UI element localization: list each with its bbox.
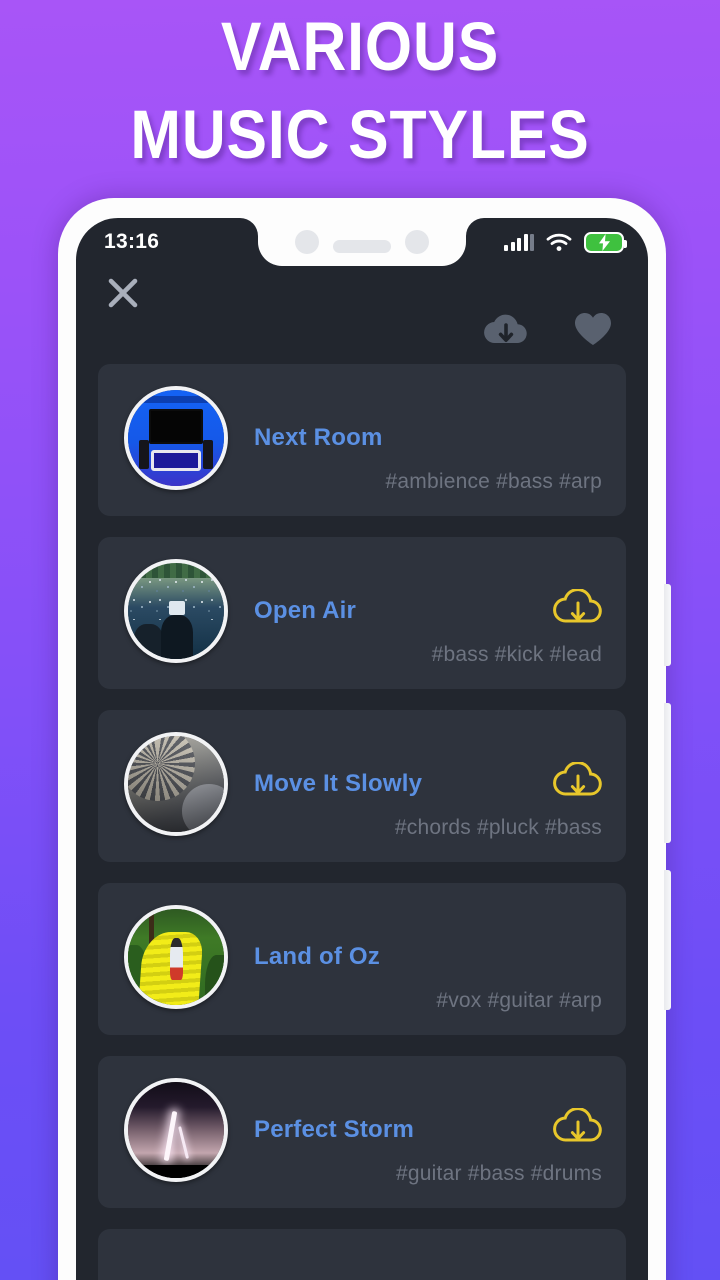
phone-volume-down-button[interactable] <box>664 870 671 1010</box>
phone-notch <box>258 218 466 266</box>
header-actions <box>482 310 614 348</box>
cloud-download-icon[interactable] <box>482 310 530 348</box>
phone-screen: 13:16 Next Room #ambience #bass #arp Ope… <box>76 218 648 1280</box>
phone-mockup: 13:16 Next Room #ambience #bass #arp Ope… <box>58 198 671 1280</box>
track-thumbnail <box>124 1078 228 1182</box>
track-list[interactable]: Next Room #ambience #bass #arp Open Air <box>76 364 648 1280</box>
cloud-download-icon[interactable] <box>552 1108 604 1150</box>
phone-mute-button[interactable] <box>664 584 671 666</box>
promo-headline-line1: VARIOUS <box>220 8 500 85</box>
track-title: Next Room <box>254 424 383 451</box>
track-thumbnail <box>124 386 228 490</box>
track-tags: #vox #guitar #arp <box>436 989 602 1012</box>
phone-volume-up-button[interactable] <box>664 703 671 843</box>
track-row[interactable]: Open Air #bass #kick #lead <box>98 537 626 689</box>
track-title: Land of Oz <box>254 943 380 970</box>
track-title: Perfect Storm <box>254 1116 414 1143</box>
signal-bars-icon <box>504 233 534 251</box>
wifi-icon <box>546 233 572 251</box>
close-icon[interactable] <box>104 274 142 312</box>
track-title: Move It Slowly <box>254 770 423 797</box>
track-row[interactable] <box>98 1229 626 1280</box>
cloud-download-icon[interactable] <box>552 762 604 804</box>
track-row[interactable]: Next Room #ambience #bass #arp <box>98 364 626 516</box>
track-thumbnail <box>124 905 228 1009</box>
heart-icon[interactable] <box>572 310 614 348</box>
cloud-download-icon[interactable] <box>552 589 604 631</box>
track-tags: #chords #pluck #bass <box>394 816 602 839</box>
track-title: Open Air <box>254 597 357 624</box>
track-row[interactable]: Perfect Storm #guitar #bass #drums <box>98 1056 626 1208</box>
track-thumbnail <box>124 559 228 663</box>
status-bar-clock: 13:16 <box>104 230 160 253</box>
promo-headline-line2: MUSIC STYLES <box>130 96 590 174</box>
track-tags: #ambience #bass #arp <box>385 470 602 493</box>
battery-charging-icon <box>584 231 627 253</box>
track-tags: #bass #kick #lead <box>431 643 602 666</box>
earpiece-speaker <box>333 239 391 253</box>
proximity-sensor-icon <box>405 230 429 254</box>
track-thumbnail <box>124 732 228 836</box>
track-row[interactable]: Land of Oz #vox #guitar #arp <box>98 883 626 1035</box>
front-camera-icon <box>295 230 319 254</box>
track-tags: #guitar #bass #drums <box>396 1162 602 1185</box>
status-bar-icons <box>504 231 627 253</box>
promo-headline: VARIOUS MUSIC STYLES <box>0 8 720 174</box>
track-row[interactable]: Move It Slowly #chords #pluck #bass <box>98 710 626 862</box>
